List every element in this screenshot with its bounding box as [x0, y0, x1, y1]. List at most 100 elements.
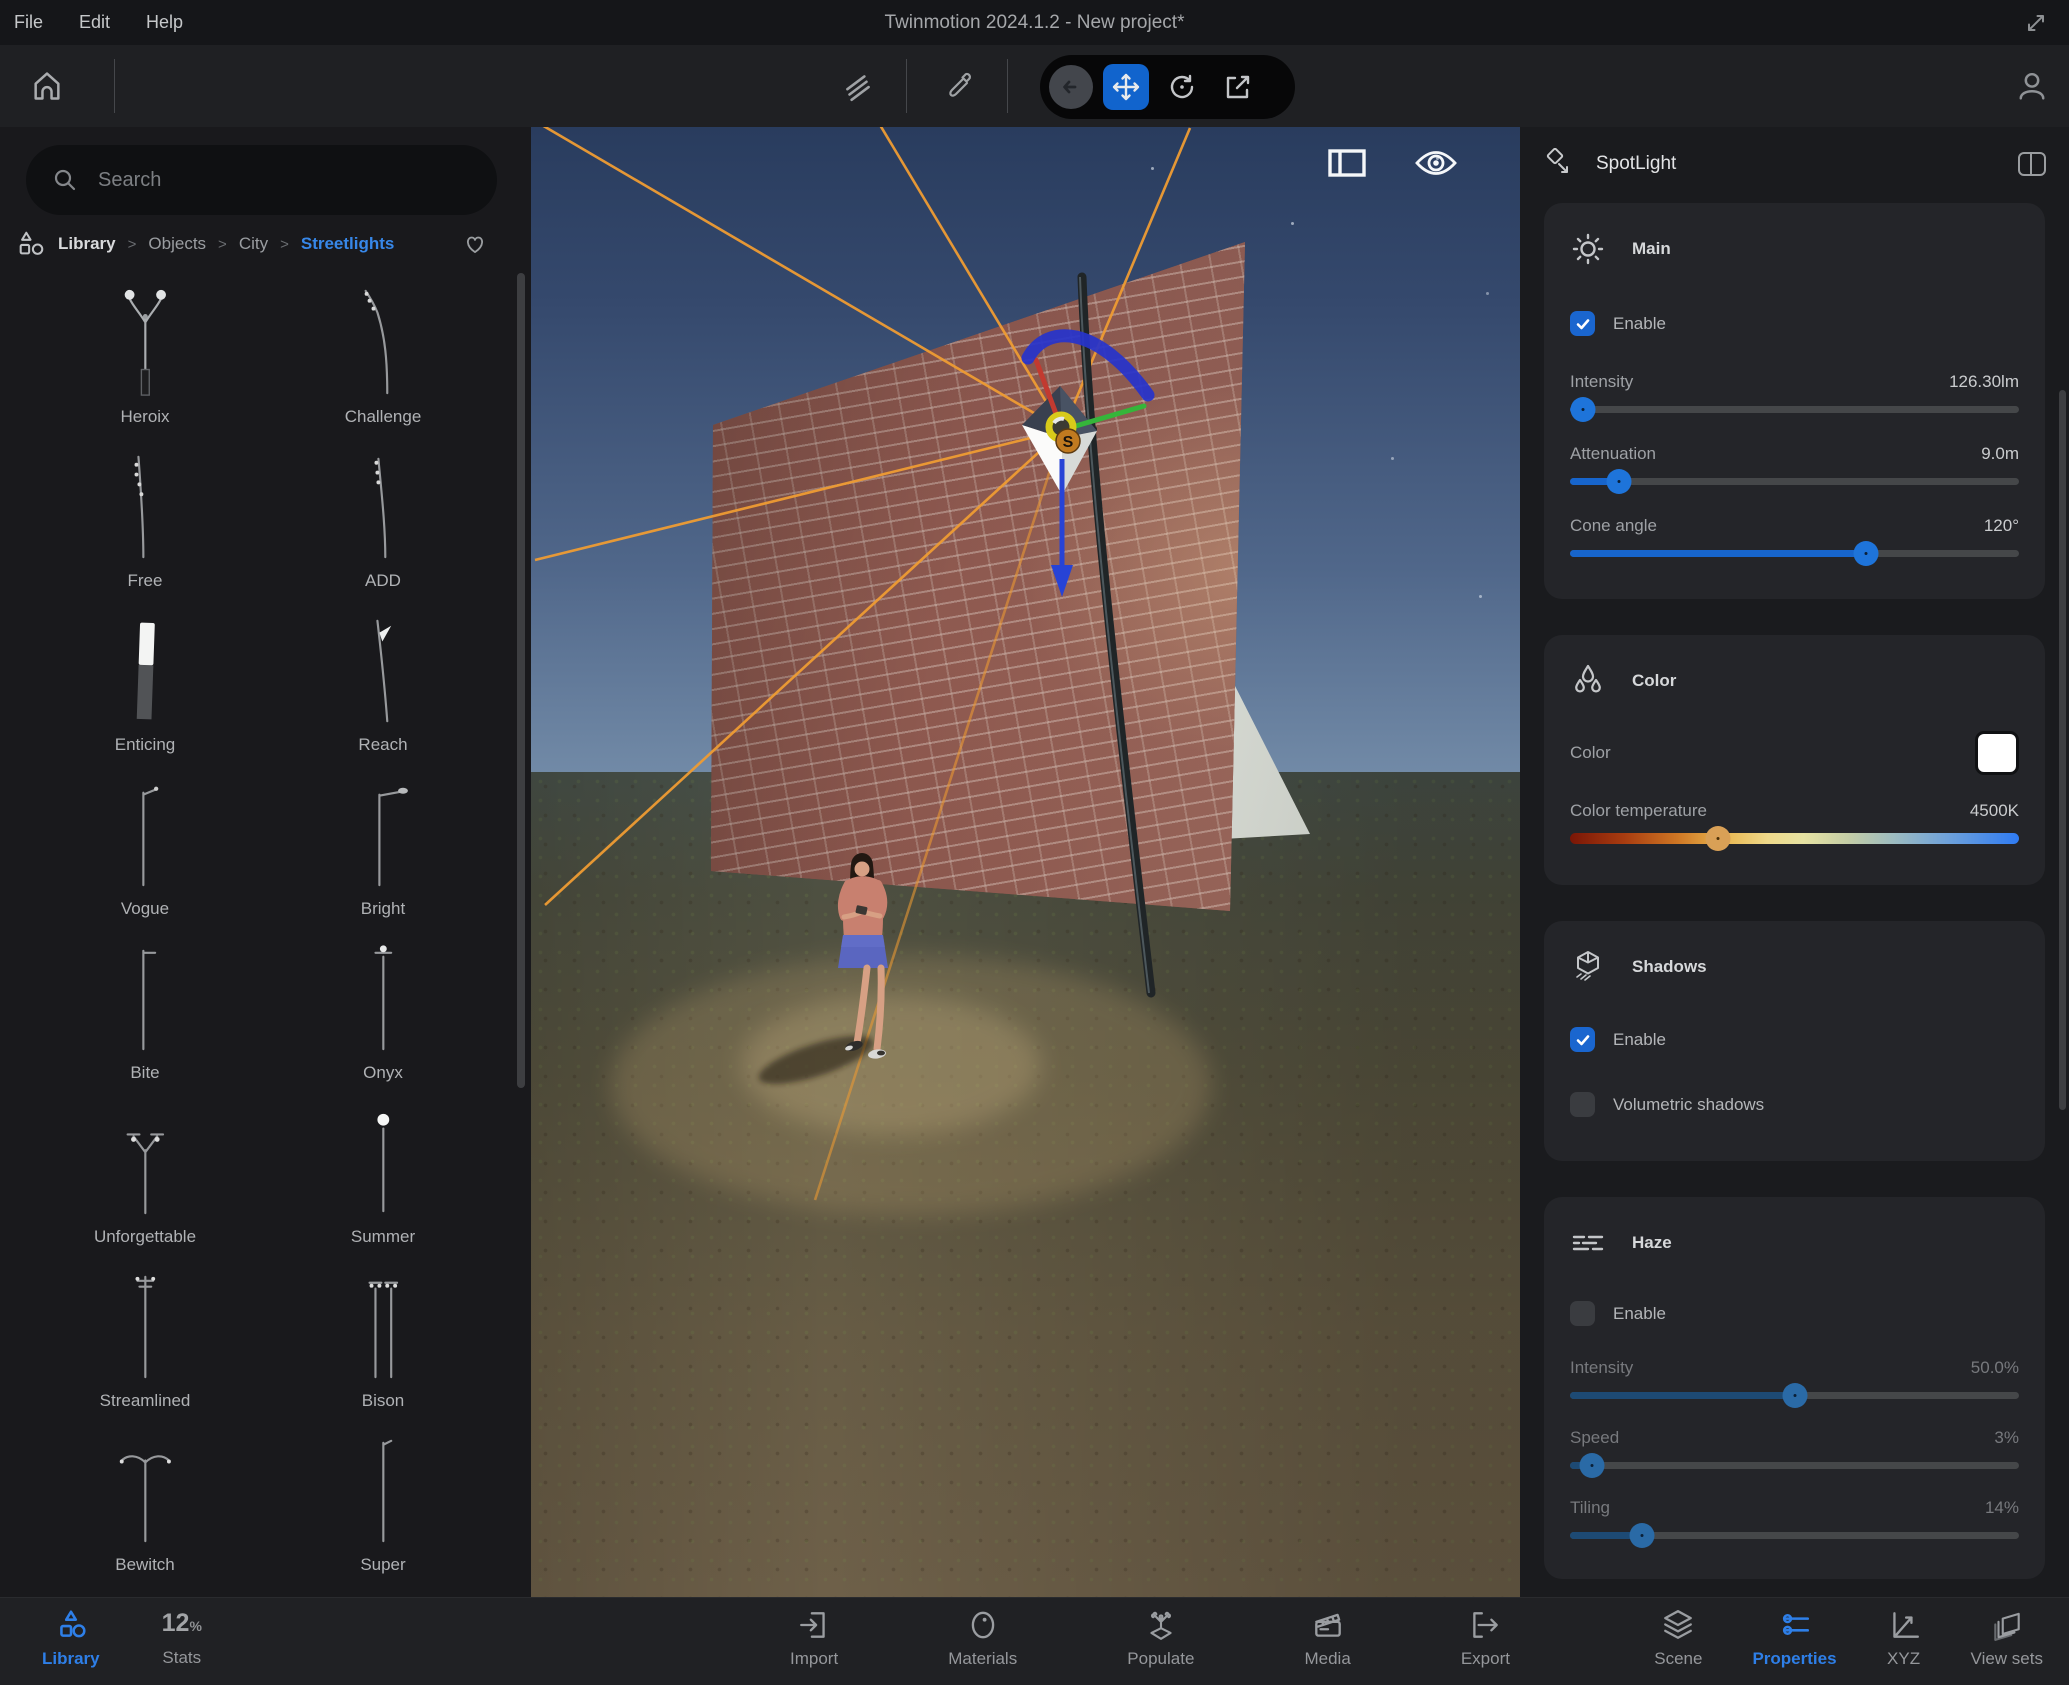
scene-overlay: S: [531, 127, 1520, 1597]
bottombar-media-button[interactable]: Media: [1304, 1608, 1350, 1669]
svg-text:S: S: [1063, 434, 1074, 451]
properties-panel: SpotLight Main Enable Intensity: [1520, 127, 2069, 1597]
toolbar-divider: [1007, 59, 1008, 113]
expand-window-icon[interactable]: [2021, 8, 2051, 38]
panel-toggle-icon[interactable]: [1328, 149, 1366, 177]
library-item[interactable]: Free: [26, 441, 264, 605]
titlebar: File Edit Help Twinmotion 2024.1.2 - New…: [0, 0, 2069, 45]
back-button[interactable]: [1049, 65, 1093, 109]
properties-scrollbar[interactable]: [2059, 390, 2066, 1110]
viewport-controls: [1328, 149, 1458, 177]
breadcrumb-library[interactable]: Library: [58, 234, 116, 254]
spotlight-icon: [1544, 148, 1576, 180]
bottombar-export-button[interactable]: Export: [1461, 1608, 1510, 1669]
window-title: Twinmotion 2024.1.2 - New project*: [0, 0, 2069, 45]
home-button[interactable]: [24, 45, 70, 127]
toolbar-divider: [906, 59, 907, 113]
color-temperature-slider[interactable]: [1570, 825, 2019, 851]
bottombar-library-button[interactable]: Library: [42, 1608, 100, 1669]
volumetric-shadows-label: Volumetric shadows: [1613, 1095, 1764, 1115]
bottombar-materials-button[interactable]: Materials: [948, 1608, 1017, 1669]
library-item[interactable]: Vogue: [26, 769, 264, 933]
breadcrumb-separator: >: [128, 236, 137, 253]
scale-tool-button[interactable]: [1215, 64, 1261, 110]
eye-icon[interactable]: [1414, 149, 1458, 177]
main-section-card: Main Enable Intensity 126.30lm: [1544, 203, 2045, 599]
cone-angle-row: Cone angle 120°: [1570, 516, 2019, 536]
library-item[interactable]: Streamlined: [26, 1261, 264, 1425]
color-temperature-row: Color temperature 4500K: [1570, 801, 2019, 821]
breadcrumb-objects[interactable]: Objects: [148, 234, 206, 254]
section-title-color: Color: [1632, 671, 1676, 691]
library-item[interactable]: Enticing: [26, 605, 264, 769]
cone-angle-slider[interactable]: [1570, 540, 2019, 566]
haze-speed-slider[interactable]: [1570, 1452, 2019, 1478]
attenuation-slider[interactable]: [1570, 468, 2019, 494]
move-tool-button[interactable]: [1103, 64, 1149, 110]
color-label: Color: [1570, 743, 1611, 763]
account-button[interactable]: [2008, 45, 2056, 127]
section-title-main: Main: [1632, 239, 1671, 259]
library-scrollbar[interactable]: [517, 273, 525, 1088]
shadows-enable-label: Enable: [1613, 1030, 1666, 1050]
bottombar-scene-button[interactable]: Scene: [1654, 1608, 1702, 1669]
library-item[interactable]: Summer: [264, 1097, 502, 1261]
droplets-icon: [1570, 663, 1606, 699]
bottombar-populate-button[interactable]: Populate: [1127, 1608, 1194, 1669]
shadows-section-card: Shadows Enable Volumetric shadows: [1544, 921, 2045, 1161]
library-item[interactable]: Bite: [26, 933, 264, 1097]
gizmo-tool-group: [1040, 55, 1295, 119]
library-item[interactable]: Super: [264, 1425, 502, 1589]
split-panel-icon[interactable]: [2017, 151, 2047, 177]
bottombar-xyz-button[interactable]: XYZ: [1887, 1608, 1921, 1669]
library-item[interactable]: Bison: [264, 1261, 502, 1425]
haze-section-card: Haze Enable Intensity 50.0%: [1544, 1197, 2045, 1579]
breadcrumb-separator: >: [218, 236, 227, 253]
haze-tiling-row: Tiling 14%: [1570, 1498, 2019, 1518]
color-section-card: Color Color Color temperature 4500K: [1544, 635, 2045, 885]
breadcrumb: Library > Objects > City > Streetlights: [16, 227, 516, 261]
haze-intensity-slider[interactable]: [1570, 1382, 2019, 1408]
viewport-3d-scene[interactable]: S: [531, 127, 1520, 1597]
haze-enable-checkbox[interactable]: [1570, 1301, 1595, 1326]
library-item[interactable]: Onyx: [264, 933, 502, 1097]
breadcrumb-streetlights[interactable]: Streetlights: [301, 234, 395, 254]
intensity-slider[interactable]: [1570, 396, 2019, 422]
spotlight-s-badge: S: [1056, 429, 1080, 453]
layers-lines-icon[interactable]: [838, 45, 878, 127]
rotate-tool-button[interactable]: [1159, 64, 1205, 110]
bottombar-stats[interactable]: 12% Stats: [162, 1608, 202, 1669]
bottombar-properties-button[interactable]: Properties: [1752, 1608, 1836, 1669]
main-enable-checkbox[interactable]: [1570, 311, 1595, 336]
volumetric-shadows-row: Volumetric shadows: [1570, 1092, 2019, 1117]
search-bar[interactable]: [26, 145, 497, 215]
library-item[interactable]: Bright: [264, 769, 502, 933]
library-item[interactable]: Challenge: [264, 277, 502, 441]
twinmotion-window: File Edit Help Twinmotion 2024.1.2 - New…: [0, 0, 2069, 1685]
eyedropper-icon[interactable]: [938, 45, 982, 127]
search-input[interactable]: [96, 168, 471, 193]
color-swatch[interactable]: [1975, 731, 2019, 775]
library-item[interactable]: Unforgettable: [26, 1097, 264, 1261]
library-item[interactable]: Reach: [264, 605, 502, 769]
breadcrumb-separator: >: [280, 236, 289, 253]
haze-speed-row: Speed 3%: [1570, 1428, 2019, 1448]
library-item[interactable]: Bewitch: [26, 1425, 264, 1589]
library-item[interactable]: ADD: [264, 441, 502, 605]
search-icon: [52, 167, 78, 193]
bottombar-import-button[interactable]: Import: [790, 1608, 838, 1669]
volumetric-shadows-checkbox[interactable]: [1570, 1092, 1595, 1117]
library-panel: Library > Objects > City > Streetlights …: [0, 127, 531, 1597]
haze-tiling-slider[interactable]: [1570, 1522, 2019, 1548]
shadows-enable-checkbox[interactable]: [1570, 1027, 1595, 1052]
toolbar: [0, 45, 2069, 127]
library-item[interactable]: Heroix: [26, 277, 264, 441]
haze-enable-row: Enable: [1570, 1301, 2019, 1326]
breadcrumb-city[interactable]: City: [239, 234, 268, 254]
bottombar-viewsets-button[interactable]: View sets: [1971, 1608, 2043, 1669]
haze-enable-label: Enable: [1613, 1304, 1666, 1324]
library-grid: Heroix Challenge Free ADD Enticing Reach: [26, 277, 502, 1589]
library-shapes-icon: [16, 229, 46, 259]
favorite-heart-icon[interactable]: [462, 231, 488, 257]
shadows-enable-row: Enable: [1570, 1027, 2019, 1052]
